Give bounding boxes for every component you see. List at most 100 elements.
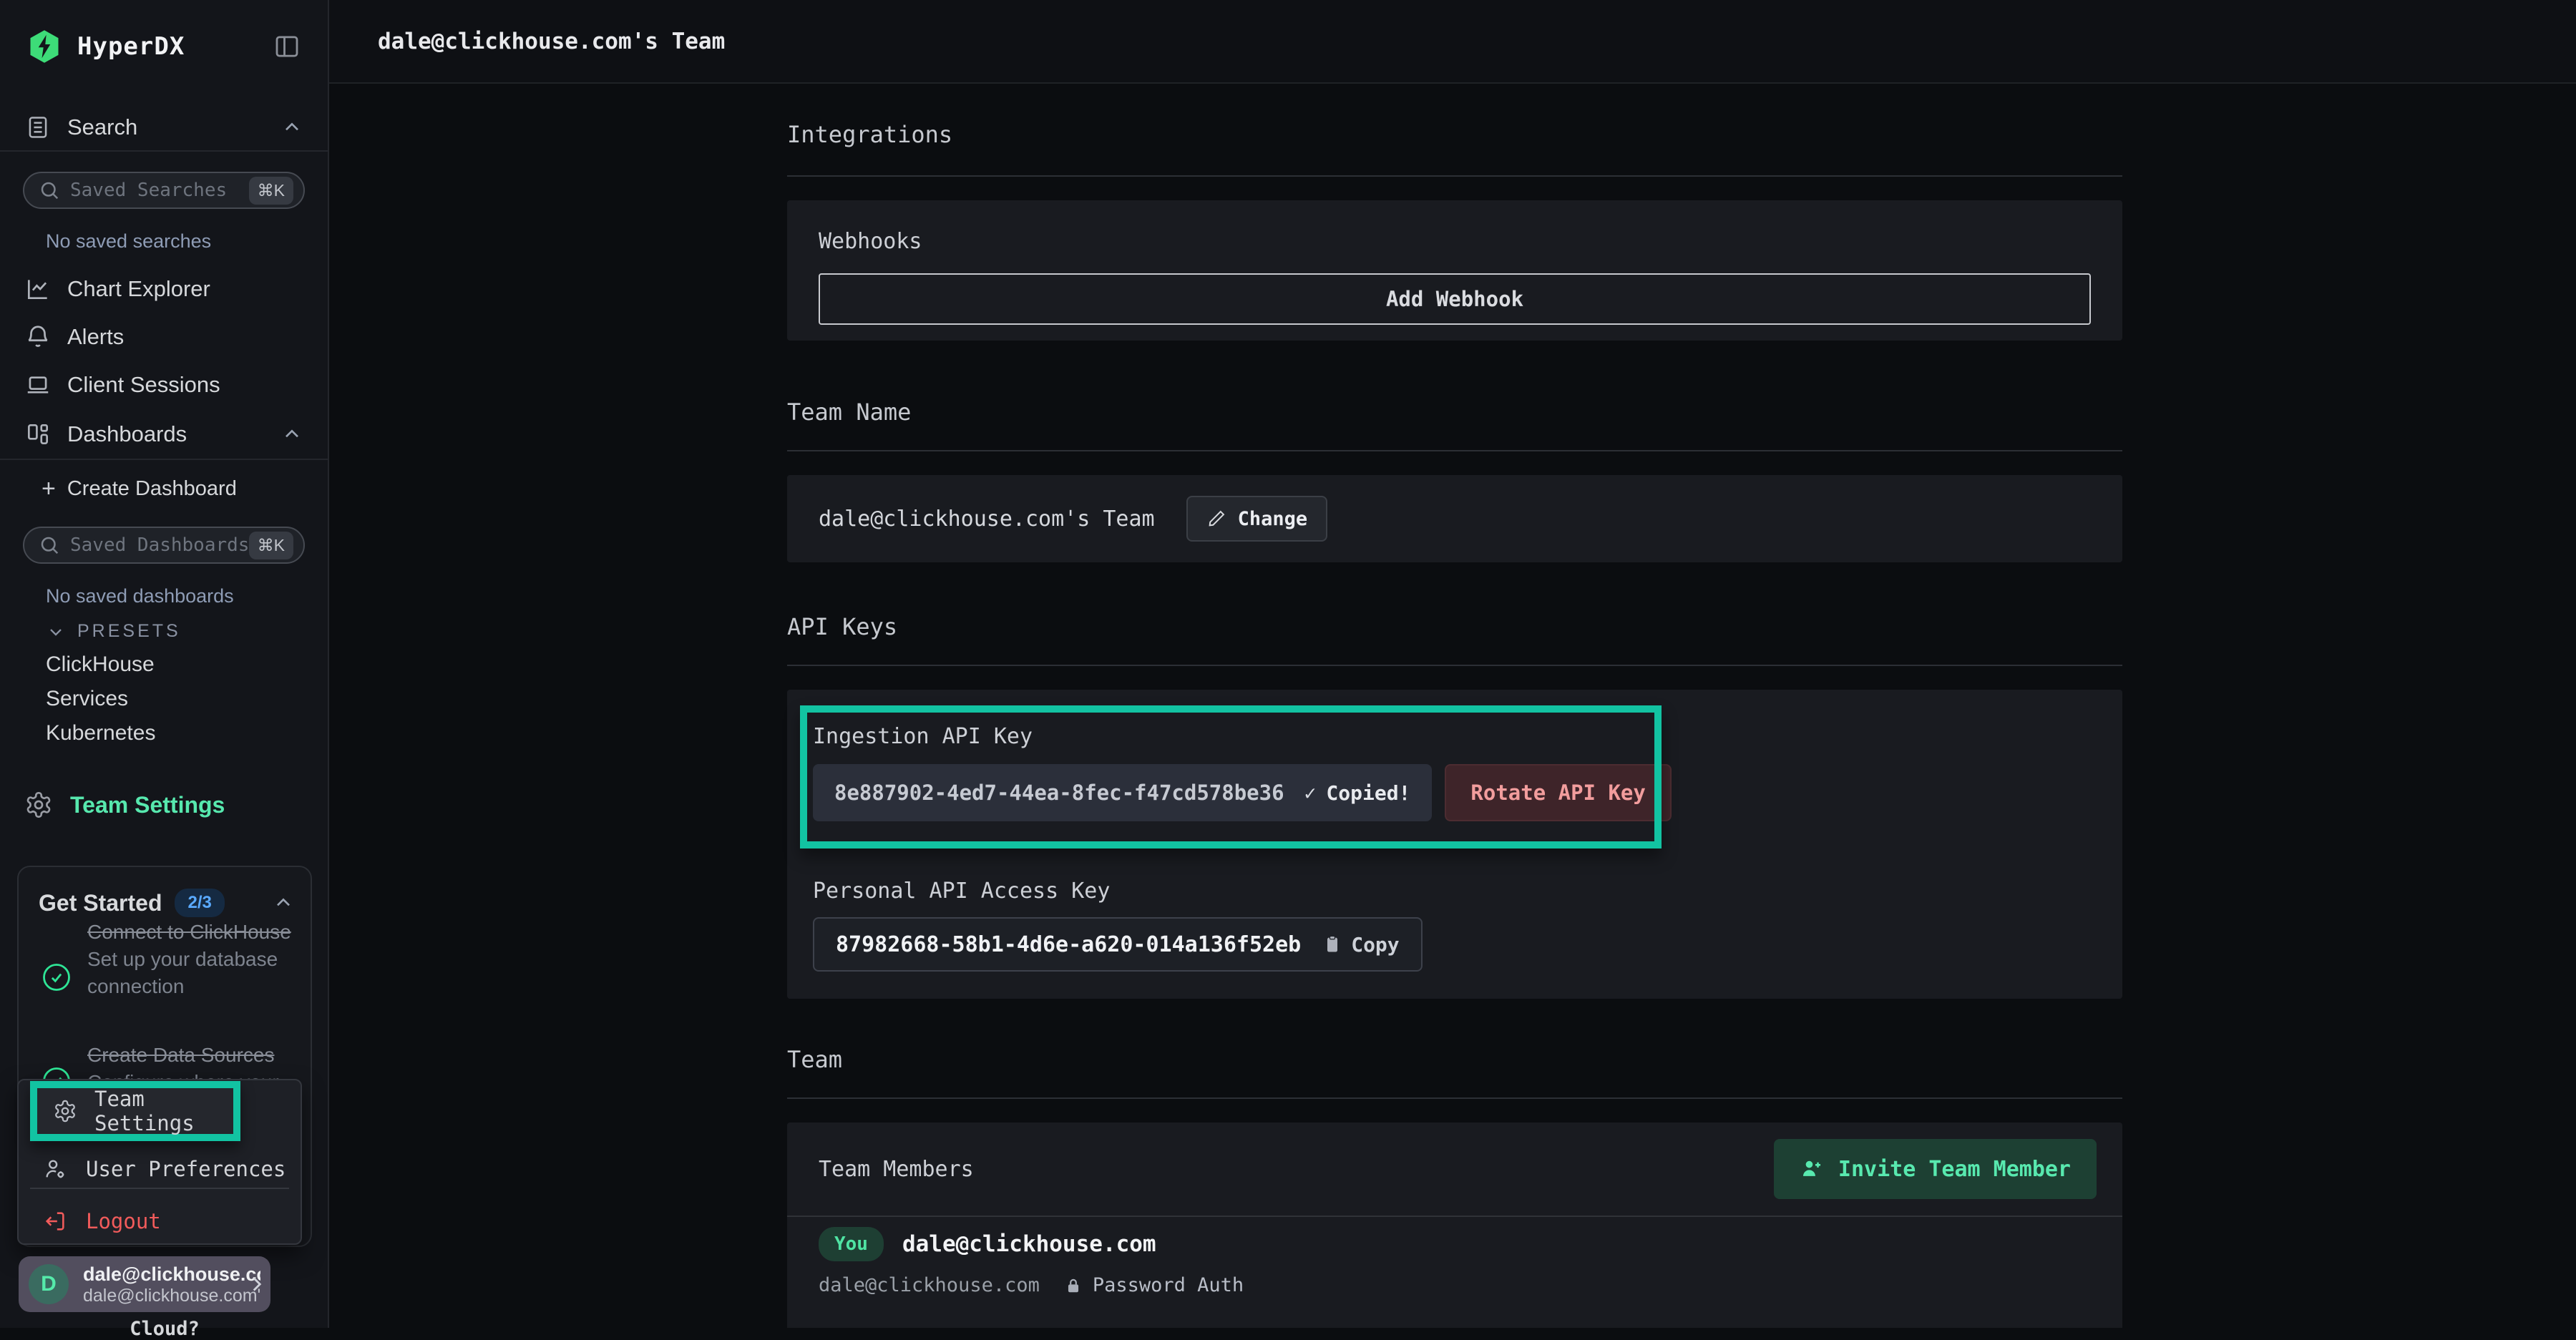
member-row: You dale@clickhouse.com <box>819 1227 1156 1261</box>
add-webhook-button[interactable]: Add Webhook <box>819 273 2091 325</box>
check-icon: ✓ <box>1304 781 1317 805</box>
search-icon <box>39 534 60 556</box>
rotate-api-key-label: Rotate API Key <box>1470 781 1645 805</box>
create-dashboard-label: Create Dashboard <box>67 477 237 501</box>
chevron-down-icon <box>46 622 66 642</box>
main-content: Integrations Webhooks Add Webhook Team N… <box>329 84 2576 1328</box>
dashboard-grid-icon <box>24 421 52 448</box>
rotate-api-key-button[interactable]: Rotate API Key <box>1445 764 1671 821</box>
saved-dashboards-field[interactable] <box>70 534 249 556</box>
presets-toggle[interactable]: PRESETS <box>46 621 181 642</box>
saved-searches-field[interactable] <box>70 180 249 201</box>
copied-label: Copied! <box>1326 781 1410 805</box>
team-members-card: Team Members Invite Team Member You dale… <box>787 1123 2122 1328</box>
chart-explorer-label: Chart Explorer <box>67 276 210 302</box>
dashboards-label: Dashboards <box>67 421 187 447</box>
webhooks-card: Webhooks Add Webhook <box>787 200 2122 341</box>
preset-clickhouse[interactable]: ClickHouse <box>46 652 155 677</box>
sidebar-item-chart-explorer[interactable]: Chart Explorer <box>0 266 328 312</box>
profile-name: dale@clickhouse.com <box>83 1263 260 1286</box>
you-badge: You <box>819 1227 884 1261</box>
get-started-step-1[interactable]: Connect to ClickHouse Set up your databa… <box>87 919 309 1000</box>
section-divider <box>787 1097 2122 1099</box>
menu-logout[interactable]: Logout <box>19 1200 301 1242</box>
shortcut-badge: ⌘K <box>249 532 293 559</box>
section-divider <box>787 665 2122 666</box>
top-bar: dale@clickhouse.com's Team <box>329 0 2576 84</box>
create-dashboard-button[interactable]: + Create Dashboard <box>42 469 237 508</box>
logs-icon <box>24 114 52 141</box>
menu-logout-label: Logout <box>86 1209 161 1233</box>
sidebar-section-dashboards[interactable]: Dashboards <box>0 410 328 460</box>
personal-api-key-label: Personal API Access Key <box>813 879 1110 904</box>
saved-dashboards-input[interactable]: ⌘K <box>23 527 305 564</box>
saved-searches-input[interactable]: ⌘K <box>23 172 305 209</box>
member-email: dale@clickhouse.com <box>819 1274 1040 1296</box>
sidebar-item-team-settings[interactable]: Team Settings <box>0 783 328 827</box>
preset-services[interactable]: Services <box>46 687 128 711</box>
card-divider <box>787 1216 2122 1217</box>
webhooks-label: Webhooks <box>819 229 922 254</box>
gear-icon <box>53 1099 77 1123</box>
member-details-row: dale@clickhouse.com Password Auth <box>819 1274 1244 1296</box>
chevron-up-icon <box>280 116 303 139</box>
shortcut-badge: ⌘K <box>249 177 293 205</box>
change-button-label: Change <box>1238 508 1308 530</box>
search-section-label: Search <box>67 114 137 140</box>
bell-icon <box>24 323 52 351</box>
user-gear-icon <box>43 1157 67 1181</box>
change-team-name-button[interactable]: Change <box>1186 496 1328 542</box>
invite-team-member-label: Invite Team Member <box>1838 1157 2071 1182</box>
logo-row: HyperDX <box>0 13 328 80</box>
progress-badge: 2/3 <box>175 889 224 917</box>
clipboard-icon <box>1322 934 1342 954</box>
menu-divider <box>30 1188 289 1189</box>
step-subtitle: Set up your database connection <box>87 946 309 1000</box>
ingestion-key-value: 8e887902-4ed7-44ea-8fec-f47cd578be36 <box>834 781 1284 805</box>
page-title: dale@clickhouse.com's Team <box>378 29 725 54</box>
user-plus-icon <box>1800 1157 1824 1181</box>
sidebar-section-search[interactable]: Search <box>0 104 328 152</box>
preset-kubernetes[interactable]: Kubernetes <box>46 721 155 745</box>
chevron-up-icon <box>280 423 303 446</box>
team-name-heading: Team Name <box>787 398 911 426</box>
lock-icon <box>1064 1276 1083 1295</box>
menu-user-preferences-label: User Preferences <box>86 1157 286 1181</box>
laptop-icon <box>24 371 52 398</box>
integrations-heading: Integrations <box>787 121 952 148</box>
logout-icon <box>43 1209 67 1233</box>
chevron-up-icon <box>272 891 295 914</box>
sidebar-collapse-icon[interactable] <box>272 31 302 62</box>
no-saved-searches-text: No saved searches <box>46 230 211 253</box>
check-circle-icon <box>42 962 72 992</box>
section-divider <box>787 175 2122 177</box>
client-sessions-label: Client Sessions <box>67 372 220 398</box>
sidebar: HyperDX Search ⌘K No saved searches <box>0 0 329 1328</box>
team-settings-menu-item-highlighted[interactable]: Team Settings <box>30 1081 240 1141</box>
profile-bar[interactable]: D dale@clickhouse.com dale@clickhouse.co… <box>19 1256 270 1312</box>
avatar: D <box>29 1264 69 1304</box>
ingestion-api-key-label: Ingestion API Key <box>813 724 1033 749</box>
sidebar-item-client-sessions[interactable]: Client Sessions <box>0 362 328 408</box>
alerts-label: Alerts <box>67 324 124 350</box>
ingestion-key-chip[interactable]: 8e887902-4ed7-44ea-8fec-f47cd578be36 ✓ C… <box>813 764 1432 821</box>
hyperdx-logo-icon <box>26 28 63 65</box>
copy-button-label: Copy <box>1351 933 1399 957</box>
menu-user-preferences[interactable]: User Preferences <box>19 1148 301 1190</box>
copy-button[interactable]: Copy <box>1322 933 1399 957</box>
pencil-icon <box>1206 509 1226 529</box>
sidebar-item-alerts[interactable]: Alerts <box>0 314 328 360</box>
auth-method-label: Password Auth <box>1093 1274 1244 1296</box>
invite-team-member-button[interactable]: Invite Team Member <box>1774 1139 2097 1199</box>
get-started-header[interactable]: Get Started 2/3 <box>39 883 295 923</box>
step-title: Connect to ClickHouse <box>87 919 309 946</box>
team-name-value: dale@clickhouse.com's Team <box>819 507 1155 532</box>
chevron-right-icon <box>245 1272 269 1296</box>
profile-subtitle: dale@clickhouse.com's <box>83 1286 260 1306</box>
gear-icon <box>24 791 53 819</box>
step-title: Create Data Sources <box>87 1042 309 1069</box>
team-settings-label: Team Settings <box>70 792 225 818</box>
presets-label: PRESETS <box>77 621 181 642</box>
personal-key-chip[interactable]: 87982668-58b1-4d6e-a620-014a136f52eb Cop… <box>813 917 1423 972</box>
cloud-partial-text[interactable]: Cloud? <box>0 1318 329 1340</box>
